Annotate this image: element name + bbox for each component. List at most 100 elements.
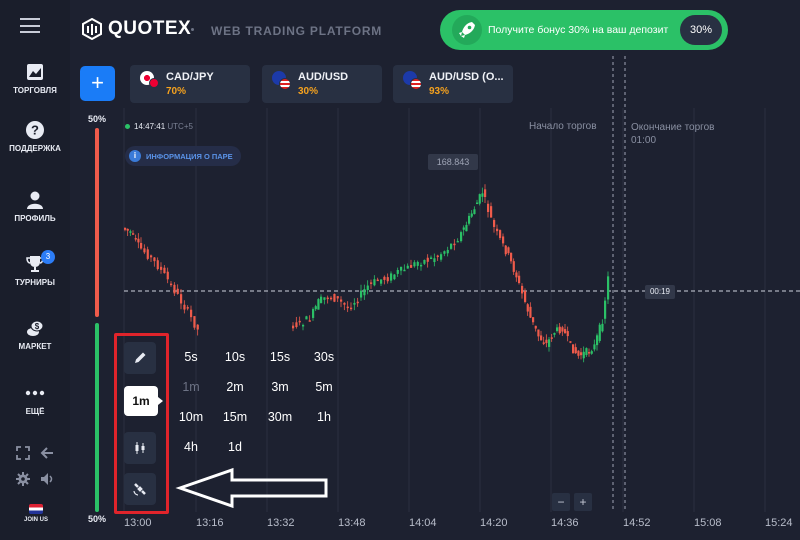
candle-body xyxy=(346,306,349,309)
asset-name: CAD/JPY xyxy=(166,71,214,83)
logo: QUOTEX xyxy=(82,18,191,40)
candle-body xyxy=(353,302,356,305)
timeframe-button[interactable]: 1m xyxy=(124,386,158,416)
candle-body xyxy=(406,265,409,269)
candle-body xyxy=(400,266,403,271)
rocket-icon xyxy=(452,15,482,45)
candle-body xyxy=(153,257,156,262)
candle-body xyxy=(340,299,343,302)
candle-body xyxy=(436,255,439,258)
time-axis-label: 13:16 xyxy=(196,517,224,529)
svg-text:?: ? xyxy=(31,123,39,138)
candle-body xyxy=(446,249,449,254)
sentiment-bar-down xyxy=(95,128,99,317)
chart-type-button[interactable] xyxy=(124,432,156,464)
candle-body xyxy=(540,335,543,341)
join-us-button[interactable]: JOIN US xyxy=(18,504,54,523)
timeframe-option[interactable]: 2m xyxy=(215,380,255,394)
asset-name: AUD/USD (O... xyxy=(429,71,504,83)
asset-payout: 30% xyxy=(298,86,319,97)
hamburger-icon[interactable] xyxy=(20,18,40,33)
candle-body xyxy=(548,339,551,347)
timeframe-option[interactable]: 15m xyxy=(215,410,255,424)
candle-body xyxy=(146,249,149,259)
candle-body xyxy=(186,307,189,309)
asset-tab-cadjpy[interactable]: CAD/JPY 70% xyxy=(130,65,250,103)
candle-body xyxy=(598,324,601,341)
asset-tab-audusd-otc[interactable]: AUD/USD (O... 93% xyxy=(393,65,513,103)
timeframe-option[interactable]: 3m xyxy=(260,380,300,394)
candle-body xyxy=(360,290,363,298)
bonus-banner[interactable]: Получите бонус 30% на ваш депозит 30% xyxy=(440,10,728,50)
timeframe-option[interactable]: 1h xyxy=(304,410,344,424)
candle-body xyxy=(507,247,510,254)
candle-body xyxy=(403,269,406,272)
candle-body xyxy=(426,257,429,262)
candle-body xyxy=(545,339,548,344)
sidebar-item-support[interactable]: ? ПОДДЕРЖКА xyxy=(0,120,70,154)
timeframe-option[interactable]: 10m xyxy=(171,410,211,424)
time-axis-label: 15:08 xyxy=(694,517,722,529)
candle-body xyxy=(572,344,575,354)
asset-tab-audusd[interactable]: AUD/USD 30% xyxy=(262,65,382,103)
timeframe-option[interactable]: 10s xyxy=(215,350,255,364)
zoom-in-button[interactable]: + xyxy=(574,493,592,511)
candle-body xyxy=(410,265,413,268)
candle-body xyxy=(537,329,540,337)
candle-body xyxy=(160,266,163,270)
timeframe-option[interactable]: 1d xyxy=(215,440,255,454)
annotation-arrow xyxy=(175,467,328,509)
timeframe-option[interactable]: 15s xyxy=(260,350,300,364)
timeframe-option-selected[interactable]: 1m xyxy=(171,380,211,394)
draw-tool-button[interactable] xyxy=(124,342,156,374)
timeframe-option[interactable]: 30m xyxy=(260,410,300,424)
timeframe-option[interactable]: 5m xyxy=(304,380,344,394)
candle-body xyxy=(550,337,553,339)
candle-body xyxy=(490,206,493,218)
pair-info-button[interactable]: i ИНФОРМАЦИЯ О ПАРЕ xyxy=(125,146,241,166)
quotex-logo-icon xyxy=(82,18,102,40)
candle-body xyxy=(190,309,193,318)
candle-body xyxy=(478,194,481,204)
candle-body xyxy=(196,324,199,330)
sentiment-bar-up xyxy=(95,323,99,512)
candle-body xyxy=(430,257,433,259)
timeframe-option[interactable]: 4h xyxy=(171,440,211,454)
add-asset-button[interactable]: + xyxy=(80,66,115,101)
candle-body xyxy=(343,302,346,305)
sidebar-item-label: ПРОФИЛЬ xyxy=(14,214,56,223)
asset-payout: 70% xyxy=(166,86,187,97)
pencil-icon xyxy=(135,352,146,363)
candle-body xyxy=(336,296,339,299)
timeframe-option[interactable]: 30s xyxy=(304,350,344,364)
candle-body xyxy=(518,275,521,284)
timeframe-option[interactable]: 5s xyxy=(171,350,211,364)
candle-body xyxy=(183,304,186,310)
time-axis-label: 13:48 xyxy=(338,517,366,529)
candle-body xyxy=(308,320,311,322)
back-arrow-icon[interactable] xyxy=(40,446,54,460)
sound-icon[interactable] xyxy=(40,472,54,486)
sidebar-item-label: МАРКЕТ xyxy=(18,342,52,351)
fullscreen-icon[interactable] xyxy=(16,446,30,460)
candle-body xyxy=(373,279,376,286)
platform-title: WEB TRADING PLATFORM xyxy=(211,24,383,38)
candle-body xyxy=(356,301,359,304)
sidebar-item-market[interactable]: $ МАРКЕТ xyxy=(0,318,70,352)
candle-body xyxy=(526,304,529,312)
zoom-out-button[interactable]: − xyxy=(552,493,570,511)
indicators-button[interactable] xyxy=(124,473,156,505)
sidebar-item-trading[interactable]: ТОРГОВЛЯ xyxy=(0,62,70,96)
candle-body xyxy=(582,351,585,359)
sidebar-item-profile[interactable]: ПРОФИЛЬ xyxy=(0,190,70,224)
sidebar-item-more[interactable]: ЕЩЁ xyxy=(0,383,70,417)
flag-icon xyxy=(410,78,422,90)
candle-body xyxy=(470,213,473,217)
candle-body xyxy=(588,352,591,354)
candle-body xyxy=(542,342,545,344)
sidebar-item-tournaments[interactable]: 3 ТУРНИРЫ xyxy=(0,250,70,288)
candle-body xyxy=(180,294,183,304)
gear-icon[interactable] xyxy=(16,472,30,486)
candle-body xyxy=(456,240,459,243)
candle-body xyxy=(561,327,564,332)
